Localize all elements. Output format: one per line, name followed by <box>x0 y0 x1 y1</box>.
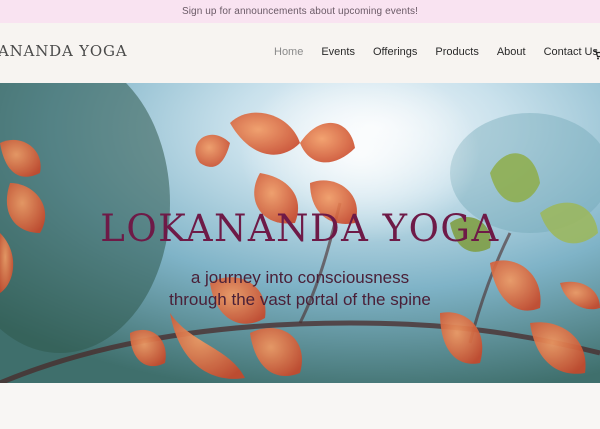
nav-offerings[interactable]: Offerings <box>373 46 417 58</box>
announcement-text[interactable]: Sign up for announcements about upcoming… <box>182 6 418 17</box>
announcement-bar[interactable]: Sign up for announcements about upcoming… <box>0 0 600 23</box>
nav-products[interactable]: Products <box>435 46 478 58</box>
page-content-area <box>0 383 600 429</box>
nav-contact[interactable]: Contact Us <box>544 46 598 58</box>
hero-title: LOKANANDA YOGA <box>100 207 500 250</box>
site-logo[interactable]: ANANDA YOGA <box>0 42 127 60</box>
hero-tagline-line-2: through the vast portal of the spine <box>169 290 431 309</box>
hero-tagline-line-1: a journey into consciousness <box>190 268 410 287</box>
nav-about[interactable]: About <box>497 46 526 58</box>
site-header: ANANDA YOGA Home Events Offerings Produc… <box>0 23 600 83</box>
nav-events[interactable]: Events <box>321 46 355 58</box>
cart-icon[interactable] <box>594 50 600 60</box>
nav-home[interactable]: Home <box>274 46 303 58</box>
main-nav: Home Events Offerings Products About Con… <box>274 46 600 58</box>
